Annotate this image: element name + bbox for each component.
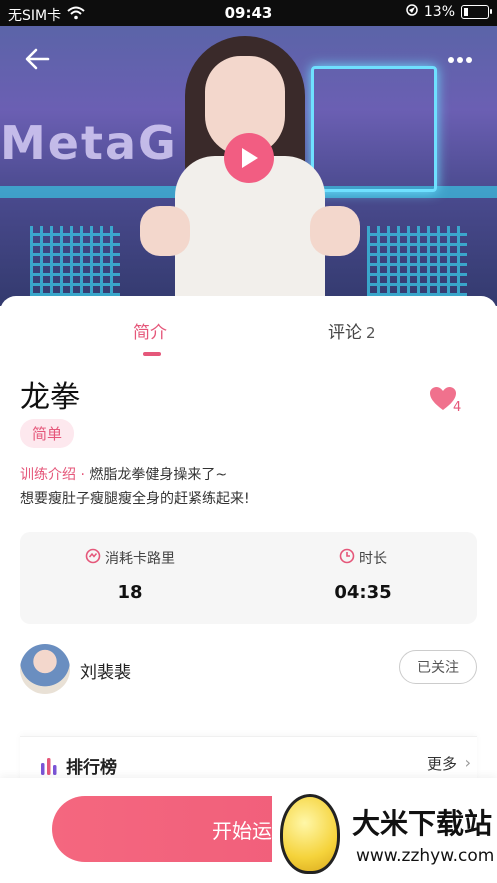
workout-description: 训练介绍 · 燃脂龙拳健身操来了~ 想要瘦肚子瘦腿瘦全身的赶紧练起来! [20, 463, 480, 511]
neon-grid-left [30, 226, 120, 296]
comment-count: 2 [366, 324, 376, 342]
more-button[interactable] [445, 52, 475, 68]
stats-card: 消耗卡路里 18 时长 04:35 [20, 532, 477, 624]
more-dots-icon [448, 57, 472, 63]
calorie-icon [85, 548, 101, 568]
calories-value: 18 [117, 582, 143, 603]
duration-value: 04:35 [334, 582, 392, 603]
author-row: 刘裴裴 已关注 [20, 644, 477, 694]
ranking-more-link[interactable]: 更多 [427, 753, 457, 774]
play-button[interactable] [224, 133, 274, 183]
like-button[interactable]: 4 [429, 386, 469, 416]
calories-label: 消耗卡路里 [105, 551, 175, 567]
follow-button[interactable]: 已关注 [399, 650, 477, 684]
watermark-url: www.zzhyw.com [356, 846, 495, 866]
author-avatar[interactable] [20, 644, 70, 694]
description-label: 训练介绍 · [20, 467, 85, 483]
duration-label: 时长 [359, 551, 387, 567]
status-bar: 无SIM卡 09:43 13% [0, 0, 497, 26]
tab-comments[interactable]: 评论 2 [328, 318, 376, 343]
workout-title: 龙拳 [20, 380, 80, 415]
neon-grid-right [367, 226, 467, 296]
like-count: 4 [453, 400, 462, 415]
chevron-right-icon: › [464, 753, 471, 772]
difficulty-badge: 简单 [20, 419, 75, 448]
tab-intro[interactable]: 简介 [133, 318, 167, 343]
arrow-left-icon [25, 48, 50, 70]
clock-icon [339, 548, 355, 568]
battery-percent: 13% [423, 4, 455, 20]
battery-icon [461, 5, 492, 19]
play-icon [242, 148, 258, 168]
tab-comments-label: 评论 [328, 323, 362, 343]
ranking-bars-icon [40, 757, 58, 775]
tab-indicator [143, 352, 161, 356]
stat-calories: 消耗卡路里 18 [30, 548, 230, 603]
watermark-logo: 大米下载站 www.zzhyw.com [272, 788, 497, 883]
watermark-title: 大米下载站 [352, 807, 493, 840]
egg-mascot-icon [280, 794, 340, 874]
location-icon [406, 4, 418, 20]
stat-duration: 时长 04:35 [263, 548, 463, 603]
back-button[interactable] [22, 44, 52, 74]
status-right: 13% [406, 4, 492, 20]
ranking-title: 排行榜 [66, 758, 117, 778]
author-name[interactable]: 刘裴裴 [80, 658, 131, 683]
tab-bar: 简介 评论 2 [0, 318, 497, 358]
tab-intro-label: 简介 [133, 323, 167, 343]
